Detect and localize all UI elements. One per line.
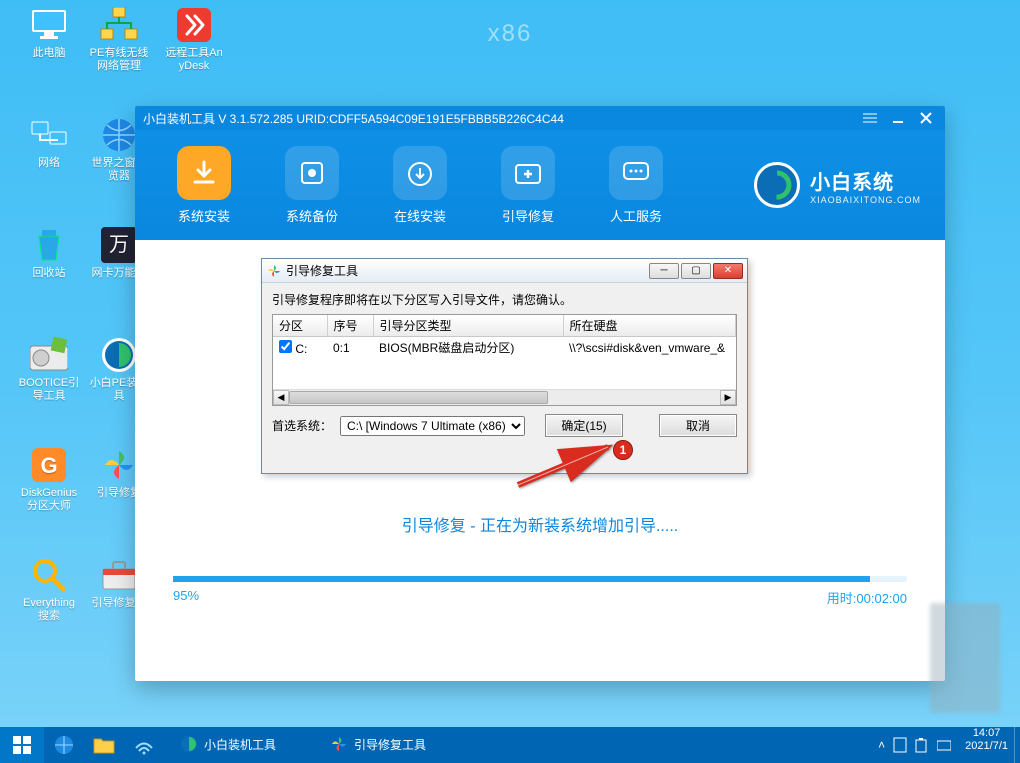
main-nav: 系统安装 系统备份 在线安装 引导修复 人工服务 小白系统 XIAOBAIXIT… (135, 130, 945, 240)
diskgenius-icon: G (29, 445, 69, 485)
partition-table: 分区 序号 引导分区类型 所在硬盘 C: 0:1 BIOS(MBR磁盘启动分区)… (272, 314, 737, 406)
globe-icon (53, 734, 75, 756)
horizontal-scrollbar[interactable]: ◀ ▶ (273, 389, 736, 405)
dialog-close-button[interactable]: ✕ (713, 263, 743, 279)
col-disk[interactable]: 所在硬盘 (563, 315, 736, 337)
firstaid-icon (501, 146, 555, 200)
globe-icon (99, 115, 139, 155)
nav-online-install[interactable]: 在线安装 (375, 138, 465, 233)
monitor-icon (29, 5, 69, 45)
main-title-text: 小白装机工具 V 3.1.572.285 URID:CDFF5A594C09E1… (143, 110, 564, 127)
cloud-down-icon (393, 146, 447, 200)
dialog-minimize-button[interactable]: ─ (649, 263, 679, 279)
pinwheel-icon (330, 735, 348, 753)
taskbar-app-boot-repair[interactable]: 引导修复工具 (320, 727, 470, 763)
pinwheel-icon (266, 263, 282, 279)
toolbox-icon (99, 555, 139, 595)
scroll-thumb[interactable] (289, 391, 548, 404)
desktop-icon-diskgenius[interactable]: G DiskGenius分区大师 (18, 445, 80, 513)
progress-elapsed: 用时:00:02:00 (827, 588, 907, 607)
chat-icon (609, 146, 663, 200)
svg-text:G: G (40, 453, 57, 478)
battery-icon[interactable] (915, 737, 929, 753)
main-close-button[interactable] (915, 110, 937, 126)
brand: 小白系统 XIAOBAIXITONG.COM (754, 162, 921, 208)
folder-icon (93, 735, 115, 755)
taskbar: 小白装机工具 引导修复工具 ˄ 14:07 2021/7/1 (0, 727, 1020, 763)
network-icon (29, 115, 69, 155)
trash-icon (29, 225, 69, 265)
table-row[interactable]: C: 0:1 BIOS(MBR磁盘启动分区) \\?\scsi#disk&ven… (273, 337, 736, 359)
nav-system-install[interactable]: 系统安装 (159, 138, 249, 233)
xiaobai-icon (180, 735, 198, 753)
xiaobai-icon (99, 335, 139, 375)
scroll-right-button[interactable]: ▶ (720, 390, 736, 405)
svg-text:万: 万 (109, 234, 129, 256)
desktop-icon-everything[interactable]: Everything搜索 (18, 555, 80, 623)
keyboard-icon[interactable] (937, 738, 951, 752)
wan-badge-icon: 万 (99, 225, 139, 265)
main-menu-button[interactable] (859, 110, 881, 126)
brand-logo-icon (754, 162, 800, 208)
disk-tool-icon (29, 335, 69, 375)
taskbar-pinned-explorer[interactable] (84, 727, 124, 763)
desktop-icon-pe-network[interactable]: PE有线无线网络管理 (88, 5, 150, 73)
anydesk-icon (174, 5, 214, 45)
main-minimize-button[interactable] (887, 110, 909, 126)
system-tray[interactable]: ˄ (870, 727, 959, 763)
dialog-title-text: 引导修复工具 (286, 262, 358, 279)
pref-system-label: 首选系统： (272, 417, 332, 434)
download-icon (177, 146, 231, 200)
scroll-left-button[interactable]: ◀ (273, 390, 289, 405)
pref-system-select[interactable]: C:\ [Windows 7 Ultimate (x86)] (340, 416, 525, 436)
network-devices-icon (99, 5, 139, 45)
tray-chevron-icon[interactable]: ˄ (878, 738, 885, 752)
progress-fill (173, 576, 870, 582)
repair-status-line: 引导修复 - 正在为新装系统增加引导..... (173, 512, 907, 536)
cancel-button[interactable]: 取消 (659, 414, 737, 437)
nav-system-backup[interactable]: 系统备份 (267, 138, 357, 233)
col-index[interactable]: 序号 (327, 315, 373, 337)
desktop-icon-bootice[interactable]: BOOTICE引导工具 (18, 335, 80, 403)
document-icon[interactable] (893, 737, 907, 753)
show-desktop-button[interactable] (1014, 727, 1020, 763)
taskbar-pinned-wifi[interactable] (124, 727, 164, 763)
col-partition[interactable]: 分区 (273, 315, 327, 337)
pinwheel-icon (99, 445, 139, 485)
start-button[interactable] (0, 727, 44, 763)
desktop-icon-anydesk[interactable]: 远程工具AnyDesk (163, 5, 225, 73)
nav-boot-repair[interactable]: 引导修复 (483, 138, 573, 233)
wifi-signal-icon (133, 734, 155, 756)
dialog-message: 引导修复程序即将在以下分区写入引导文件，请您确认。 (272, 291, 737, 308)
nav-human-service[interactable]: 人工服务 (591, 138, 681, 233)
progress-percent: 95% (173, 588, 199, 607)
col-type[interactable]: 引导分区类型 (373, 315, 563, 337)
windows-icon (13, 736, 31, 754)
search-icon (29, 555, 69, 595)
taskbar-app-xiaobai[interactable]: 小白装机工具 (170, 727, 320, 763)
dialog-titlebar[interactable]: 引导修复工具 ─ ▢ ✕ (262, 259, 747, 283)
desktop-icon-network[interactable]: 网络 (18, 115, 80, 170)
main-titlebar[interactable]: 小白装机工具 V 3.1.572.285 URID:CDFF5A594C09E1… (135, 106, 945, 130)
desktop-icon-recycle-bin[interactable]: 回收站 (18, 225, 80, 280)
taskbar-pinned-browser[interactable] (44, 727, 84, 763)
boot-repair-dialog: 引导修复工具 ─ ▢ ✕ 引导修复程序即将在以下分区写入引导文件，请您确认。 分… (261, 258, 748, 474)
desktop-icon-this-pc[interactable]: 此电脑 (18, 5, 80, 60)
blurred-region (930, 603, 1000, 713)
confirm-button[interactable]: 确定(15) (545, 414, 623, 437)
progress-bar (173, 576, 907, 582)
backup-icon (285, 146, 339, 200)
dialog-maximize-button[interactable]: ▢ (681, 263, 711, 279)
taskbar-clock[interactable]: 14:07 2021/7/1 (959, 727, 1014, 763)
row-checkbox[interactable] (279, 340, 292, 353)
